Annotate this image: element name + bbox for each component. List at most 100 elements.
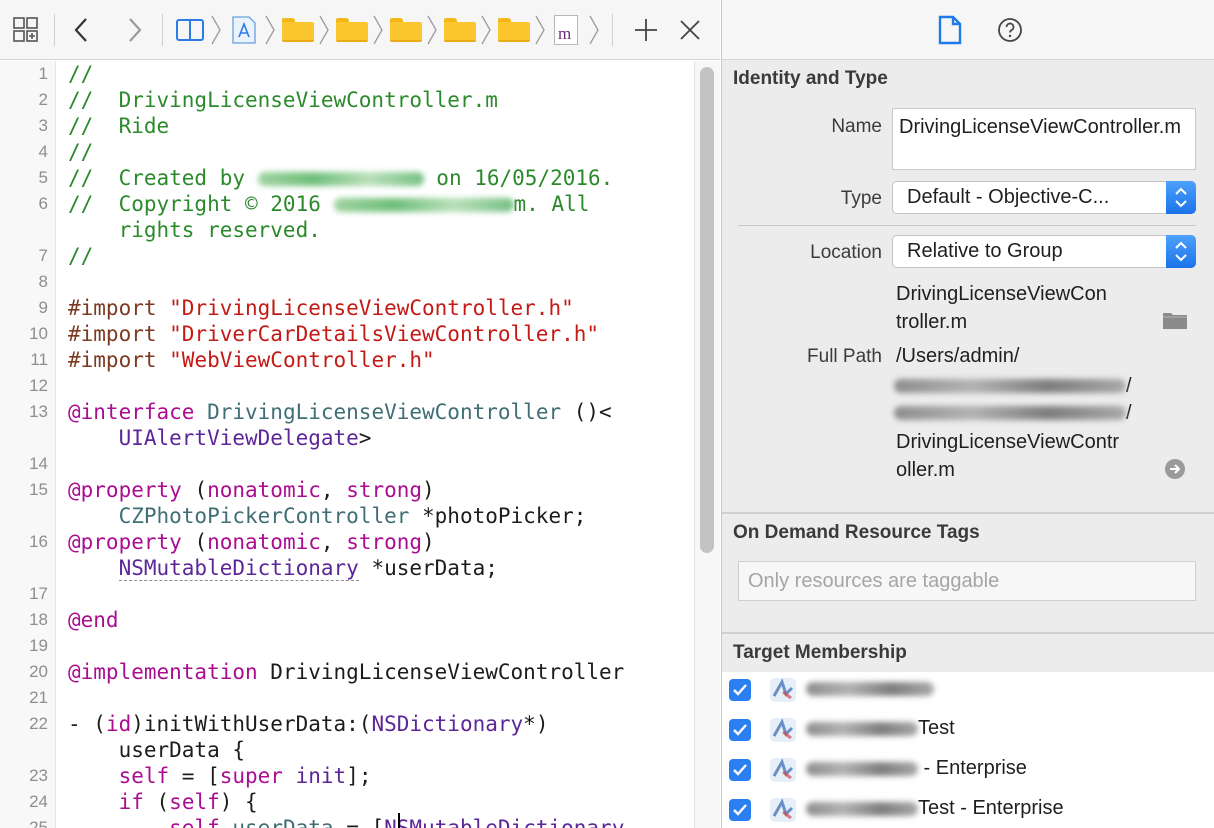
code-token: init: [295, 764, 347, 788]
code-token: (: [143, 790, 170, 814]
code-token: ): [422, 478, 435, 502]
close-editor-button[interactable]: [674, 0, 706, 60]
code-line: #import "DriverCarDetailsViewController.…: [68, 321, 599, 347]
updown-chevron-icon: [1175, 187, 1187, 208]
target-row[interactable]: Test - Enterprise: [722, 792, 1214, 828]
code-token: #import: [68, 348, 170, 372]
target-checkbox[interactable]: [729, 799, 751, 821]
target-row[interactable]: - Enterprise: [722, 752, 1214, 792]
related-items-button[interactable]: [8, 0, 44, 60]
plus-icon: [635, 19, 657, 41]
code-token: UIAlertViewDelegate: [118, 426, 359, 450]
breadcrumb-project-navigator[interactable]: [172, 0, 208, 60]
code-line: //: [68, 139, 93, 165]
full-path-line4: DrivingLicenseViewContr: [896, 431, 1120, 453]
folder-icon[interactable]: [444, 18, 476, 42]
code-token: //: [68, 62, 94, 86]
code-line: UIAlertViewDelegate>: [68, 425, 372, 451]
folder-icon[interactable]: [498, 18, 530, 42]
full-path-label: Full Path: [807, 346, 882, 367]
code-token: NSDictionary: [371, 712, 524, 736]
folder-icon[interactable]: [390, 18, 422, 42]
redacted-text: [333, 198, 514, 212]
line-number: 14: [29, 454, 48, 473]
code-token: id: [105, 712, 132, 736]
code-token: = [: [169, 764, 220, 788]
full-path-line1: /Users/admin/: [896, 345, 1020, 367]
location-file-line1: DrivingLicenseViewCon: [896, 283, 1107, 305]
target-row[interactable]: [722, 672, 1214, 712]
code-line: #import "WebViewController.h": [68, 347, 435, 373]
scrollbar-thumb[interactable]: [700, 67, 714, 553]
app-target-icon: [768, 676, 798, 704]
quick-help-tab[interactable]: [994, 0, 1026, 60]
code-line: userData {: [68, 737, 245, 763]
reveal-in-finder-button[interactable]: [1164, 458, 1186, 480]
code-line: self = [super init];: [68, 763, 372, 789]
full-path-line5: oller.m: [896, 459, 955, 481]
breadcrumb-project[interactable]: [228, 0, 260, 60]
code-token: .: [219, 816, 233, 828]
line-number: 21: [29, 688, 48, 707]
target-checkbox[interactable]: [729, 719, 751, 741]
choose-file-button[interactable]: [1162, 310, 1188, 330]
app-target-icon: [768, 716, 798, 744]
add-editor-button[interactable]: [630, 0, 662, 60]
line-number: 15: [29, 480, 48, 499]
file-inspector-tab[interactable]: [934, 0, 966, 60]
name-field[interactable]: DrivingLicenseViewController.m: [892, 108, 1196, 170]
code-token: // Created by: [68, 166, 258, 190]
breadcrumb-chevron: [372, 14, 384, 46]
target-row[interactable]: Test: [722, 712, 1214, 752]
xcode-project-icon: [232, 16, 256, 44]
code-token: nonatomic: [207, 478, 321, 502]
redacted-path: [894, 406, 1126, 420]
editor-scrollbar[interactable]: [694, 61, 720, 828]
name-field-value: DrivingLicenseViewController.m: [899, 116, 1181, 138]
inspector-tab-bar: [722, 0, 1214, 60]
type-popup-value: Default - Objective-C...: [907, 186, 1110, 208]
code-token: // DrivingLicenseViewController.m: [68, 88, 498, 112]
document-icon: [938, 15, 962, 45]
breadcrumb-chevron: [534, 14, 546, 46]
target-checkbox[interactable]: [729, 759, 751, 781]
code-token: @interface: [68, 400, 195, 424]
target-name-suffix: Test - Enterprise: [918, 797, 1064, 820]
back-button[interactable]: [64, 0, 98, 60]
chevron-right-icon: [129, 18, 142, 42]
line-number: 5: [38, 168, 48, 187]
line-number: 8: [38, 272, 48, 291]
breadcrumb-file[interactable]: m: [552, 0, 580, 60]
source-editor[interactable]: 1 2 3 4 5 6 7 8 9 10 11 12 13 14 15 16 17 18 19 20 21 22 23 24 2…: [0, 61, 694, 828]
code-line: @interface DrivingLicenseViewController …: [68, 399, 612, 425]
folder-icon[interactable]: [336, 18, 368, 42]
type-popup[interactable]: Default - Objective-C...: [892, 181, 1196, 214]
line-number: 17: [29, 584, 48, 603]
path-separator: /: [1126, 374, 1132, 397]
target-checkbox[interactable]: [729, 679, 751, 701]
toolbar-separator: [54, 14, 55, 46]
code-token: rights reserved.: [68, 218, 321, 242]
code-token: //: [68, 244, 94, 268]
target-name: Test - Enterprise: [806, 797, 1064, 820]
forward-button[interactable]: [118, 0, 152, 60]
folder-icon[interactable]: [282, 18, 314, 42]
code-token: "WebViewController.h": [169, 348, 435, 372]
toolbar-separator: [162, 14, 163, 46]
location-popup[interactable]: Relative to Group: [892, 235, 1196, 268]
redacted-text: [806, 761, 918, 776]
code-token: >: [358, 426, 372, 450]
code-line: //: [68, 61, 93, 87]
line-number: 19: [29, 636, 48, 655]
code-token: m. All: [513, 192, 590, 216]
code-line: CZPhotoPickerController *photoPicker;: [68, 503, 587, 529]
updown-chevron-icon: [1175, 241, 1187, 262]
code-token: strong: [346, 530, 423, 554]
name-label: Name: [831, 116, 882, 137]
location-popup-value: Relative to Group: [907, 240, 1063, 262]
code-token: ()<: [561, 400, 612, 424]
toolbar-separator: [612, 14, 613, 46]
line-number: 18: [29, 610, 48, 629]
